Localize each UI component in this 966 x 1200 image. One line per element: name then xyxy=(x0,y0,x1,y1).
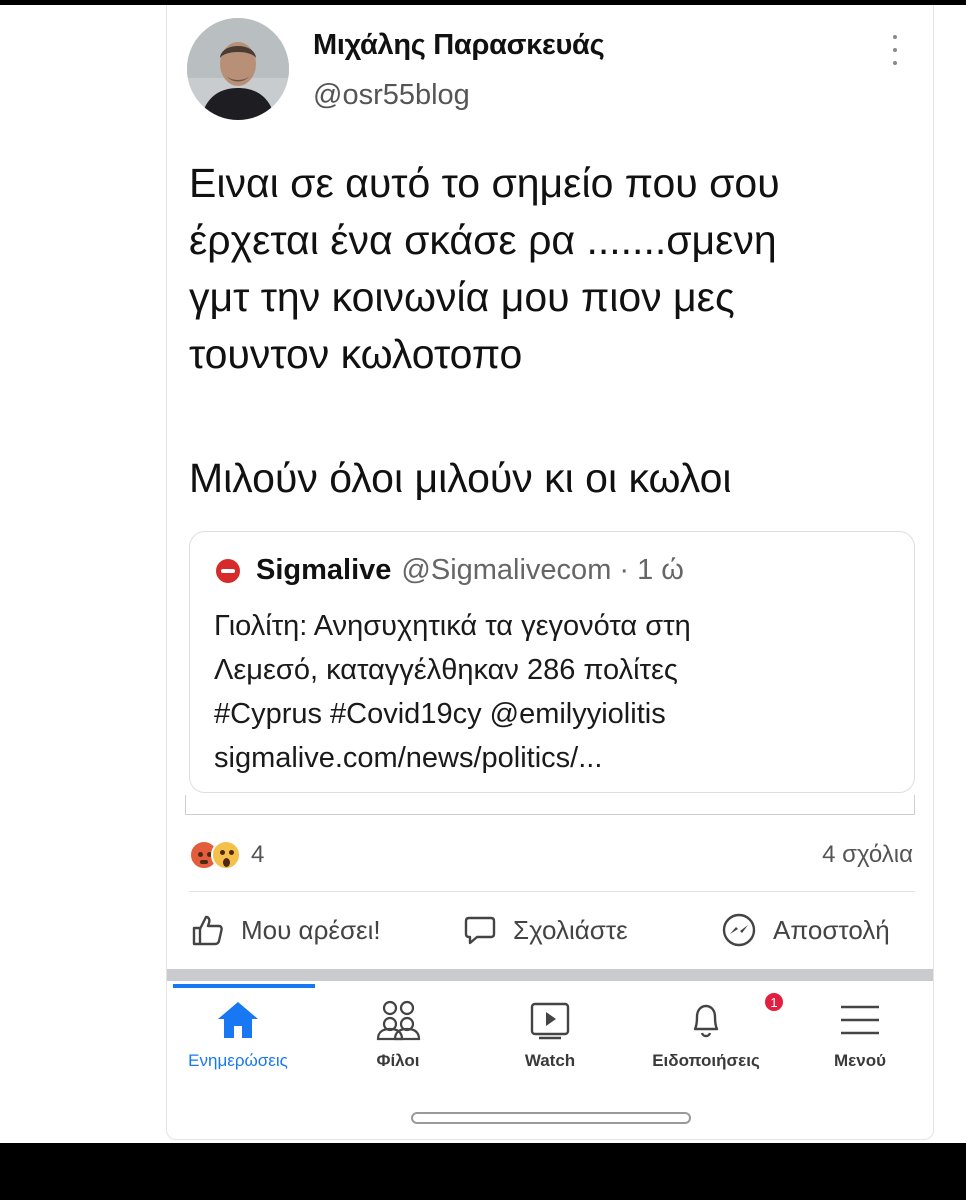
quoted-post-card[interactable]: Sigmalive @Sigmalivecom · 1 ώ Γιολίτη: Α… xyxy=(189,531,915,793)
quote-body-line: Γιολίτη: Ανησυχητικά τα γεγονότα στη xyxy=(214,610,691,642)
wow-reaction-icon xyxy=(211,840,241,870)
comment-count[interactable]: 4 σχόλια xyxy=(822,841,913,869)
nav-home-label: Ενημερώσεις xyxy=(188,1051,288,1070)
nav-notifications[interactable]: 1 Ειδοποιήσεις xyxy=(631,991,785,1085)
send-button[interactable]: Αποστολή xyxy=(721,905,890,955)
home-indicator[interactable] xyxy=(411,1112,691,1124)
nav-menu-label: Μενού xyxy=(834,1051,886,1070)
notification-badge: 1 xyxy=(763,991,785,1013)
quote-meta: @Sigmalivecom · 1 ώ xyxy=(401,554,684,586)
section-separator xyxy=(167,969,933,981)
post-text-line: γμτ την κοινωνία μου πιον μες xyxy=(189,274,735,320)
comment-bubble-icon xyxy=(464,916,496,945)
nav-watch-label: Watch xyxy=(524,1051,576,1070)
quote-source-name: Sigmalive xyxy=(256,554,392,586)
comment-label: Σχολιάστε xyxy=(513,914,628,945)
active-tab-indicator xyxy=(173,984,315,988)
thumbs-up-icon xyxy=(192,915,223,946)
hamburger-menu-icon xyxy=(841,1005,879,1035)
quote-link[interactable]: sigmalive.com/news/politics/... xyxy=(214,736,894,780)
quote-body-line: Λεμεσό, καταγγέλθηκαν 286 πολίτες xyxy=(214,654,678,686)
sigmalive-logo-icon xyxy=(216,558,240,583)
comment-button[interactable]: Σχολιάστε xyxy=(463,905,628,955)
post-text-second-paragraph: Μιλούν όλοι μιλούν κι οι κωλοι xyxy=(189,455,732,501)
author-handle[interactable]: @osr55blog xyxy=(313,79,470,112)
author-name[interactable]: Μιχάλης Παρασκευάς xyxy=(313,29,605,62)
nav-friends-label: Φίλοι xyxy=(376,1051,420,1070)
send-label: Αποστολή xyxy=(773,914,890,945)
like-label: Μου αρέσει! xyxy=(241,914,381,945)
home-icon xyxy=(218,1002,258,1038)
quote-body: Γιολίτη: Ανησυχητικά τα γεγονότα στη Λεμ… xyxy=(214,604,894,780)
bottom-black-bar xyxy=(0,1143,966,1200)
reaction-count: 4 xyxy=(251,841,265,868)
more-options-icon[interactable] xyxy=(889,35,901,65)
nav-watch[interactable]: Watch xyxy=(475,995,625,1085)
post-text-line: έρχεται ένα σκάσε ρα .......σμενη xyxy=(189,217,777,263)
messenger-icon xyxy=(722,913,756,947)
nav-notifications-label: Ειδοποιήσεις xyxy=(652,1051,760,1070)
watch-video-icon xyxy=(530,1002,570,1040)
post-text-line: τουντον κωλοτοπο xyxy=(189,331,523,377)
bell-icon xyxy=(693,1004,719,1038)
nav-home[interactable]: Ενημερώσεις xyxy=(163,995,313,1085)
like-button[interactable]: Μου αρέσει! xyxy=(191,905,381,955)
post-screen: Μιχάλης Παρασκευάς @osr55blog Ειναι σε α… xyxy=(166,5,934,1140)
link-preview-strip xyxy=(185,795,915,815)
friends-icon xyxy=(376,1000,421,1041)
quote-header: Sigmalive @Sigmalivecom · 1 ώ xyxy=(216,554,684,587)
author-avatar[interactable] xyxy=(187,18,289,120)
nav-friends[interactable]: Φίλοι xyxy=(323,995,473,1085)
nav-menu[interactable]: Μενού xyxy=(785,995,935,1085)
quote-body-line: #Cyprus #Covid19cy @emilyyiolitis xyxy=(214,698,666,730)
post-text: Ειναι σε αυτό το σημείο που σου έρχεται … xyxy=(189,155,919,383)
reactions-summary[interactable]: 4 xyxy=(189,837,264,873)
divider xyxy=(189,891,915,892)
post-text-line: Ειναι σε αυτό το σημείο που σου xyxy=(189,160,780,206)
